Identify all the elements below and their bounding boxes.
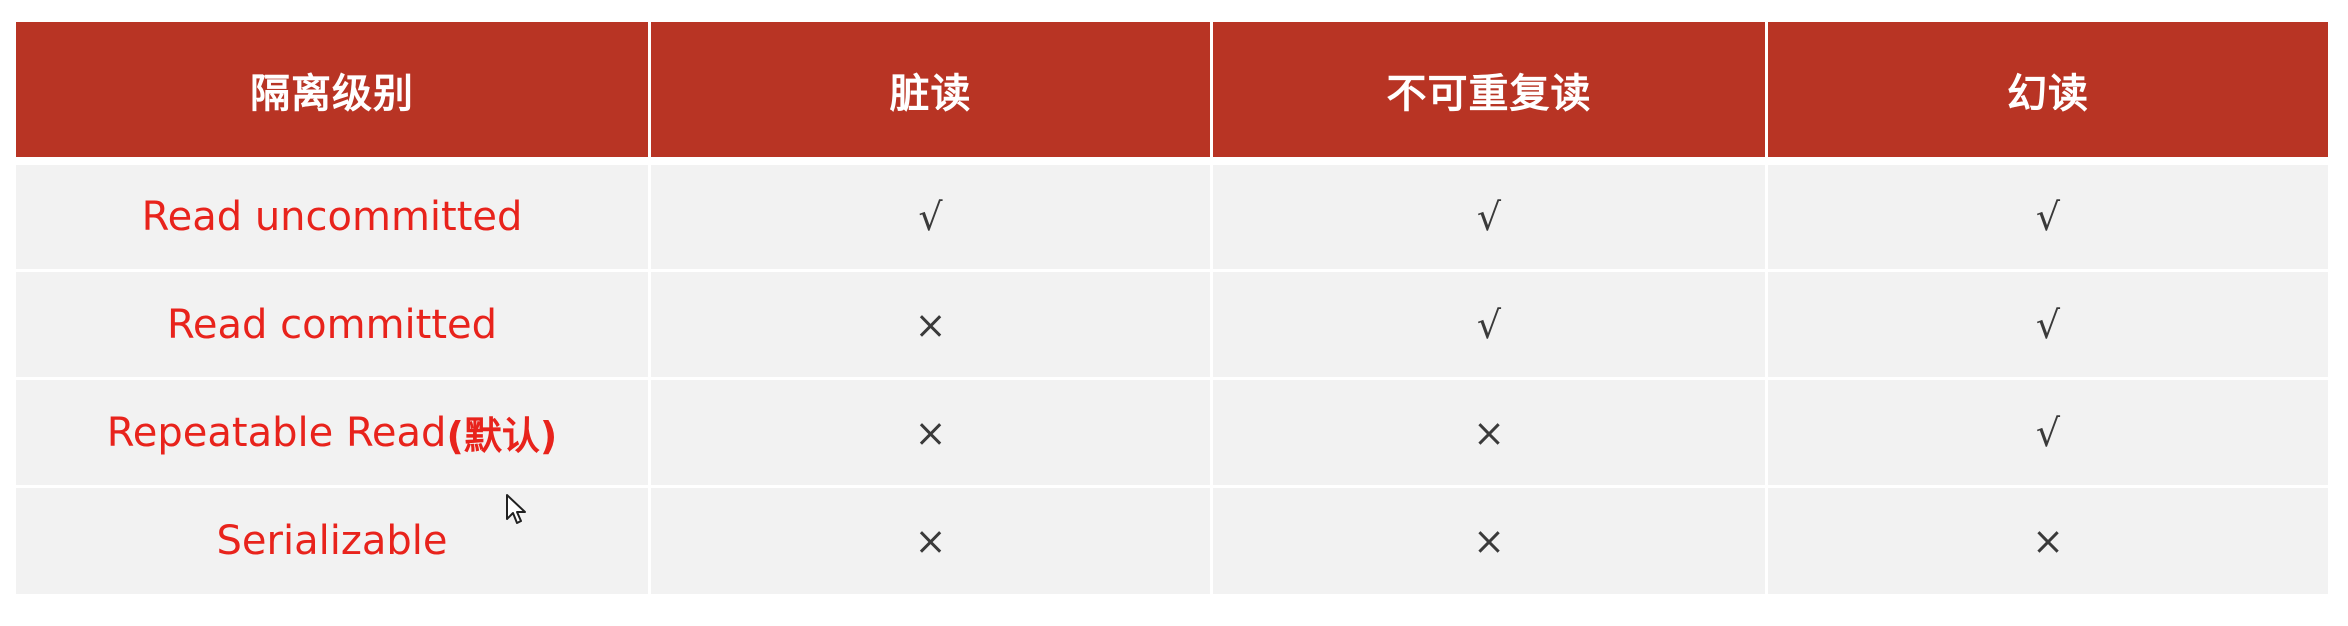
row-4-non-repeatable-read: × — [1213, 488, 1768, 597]
check-icon: √ — [1476, 195, 1502, 239]
header-non-repeatable-read: 不可重复读 — [1213, 22, 1768, 165]
row-2-dirty-read: × — [651, 272, 1213, 380]
cross-icon: × — [914, 410, 947, 455]
header-dirty-read: 脏读 — [651, 22, 1213, 165]
row-1-non-repeatable-read: √ — [1213, 165, 1768, 272]
isolation-level-table: 隔离级别 脏读 不可重复读 幻读 Read uncommitted √ √ √ … — [16, 22, 2328, 604]
check-icon: √ — [918, 195, 943, 239]
row-1-phantom-read: √ — [1768, 165, 2328, 272]
cross-icon: × — [1473, 519, 1505, 563]
cross-icon: × — [1473, 410, 1505, 455]
header-phantom-read: 幻读 — [1768, 22, 2328, 165]
row-4-phantom-read: × — [1768, 488, 2328, 597]
row-1-level: Read uncommitted — [16, 165, 651, 272]
check-icon: √ — [1476, 302, 1502, 347]
row-3-phantom-read: √ — [1768, 380, 2328, 488]
row-2-level: Read committed — [16, 272, 651, 380]
mouse-pointer-icon — [506, 494, 526, 524]
level-name: Repeatable Read — [106, 409, 447, 456]
level-suffix-default: (默认) — [446, 414, 558, 458]
row-4-dirty-read: × — [651, 488, 1213, 597]
check-icon: √ — [2035, 195, 2061, 239]
cross-icon: × — [914, 302, 947, 347]
header-isolation-level: 隔离级别 — [16, 22, 651, 165]
row-4-level: Serializable — [16, 488, 651, 597]
check-icon: √ — [2035, 302, 2061, 347]
cross-icon: × — [914, 519, 947, 563]
row-1-dirty-read: √ — [651, 165, 1213, 272]
row-3-non-repeatable-read: × — [1213, 380, 1768, 488]
level-name: Read uncommitted — [141, 194, 523, 240]
check-icon: √ — [2035, 410, 2061, 455]
row-2-non-repeatable-read: √ — [1213, 272, 1768, 380]
level-name: Serializable — [216, 518, 448, 564]
row-2-phantom-read: √ — [1768, 272, 2328, 380]
table-grid: 隔离级别 脏读 不可重复读 幻读 Read uncommitted √ √ √ … — [16, 22, 2328, 597]
row-3-level: Repeatable Read (默认) — [16, 380, 651, 488]
row-3-dirty-read: × — [651, 380, 1213, 488]
level-name: Read committed — [166, 301, 498, 348]
cross-icon: × — [2032, 519, 2064, 563]
